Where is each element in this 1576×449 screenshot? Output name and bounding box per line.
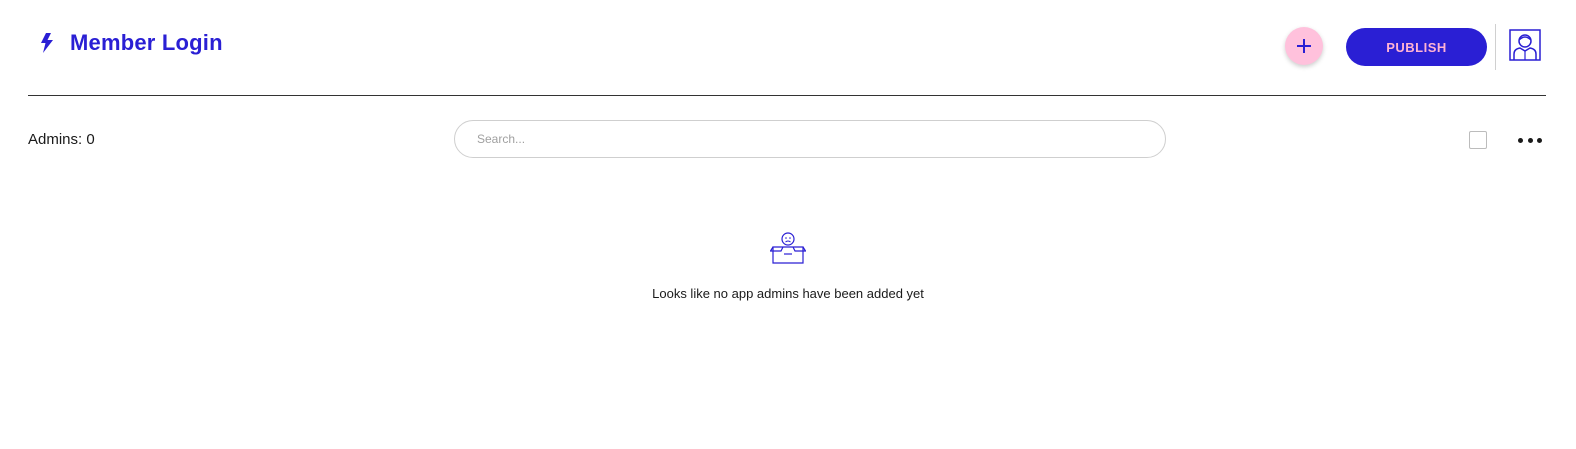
- add-button[interactable]: [1285, 27, 1323, 65]
- select-all-checkbox[interactable]: [1469, 131, 1487, 149]
- more-dot-icon: [1537, 137, 1542, 143]
- more-dot-icon: [1518, 137, 1523, 143]
- more-options-button[interactable]: [1518, 133, 1542, 147]
- admins-count: Admins: 0: [28, 131, 95, 148]
- lightning-bolt-icon: [38, 32, 56, 54]
- list-toolbar: Admins: 0: [28, 120, 1546, 160]
- publish-button[interactable]: PUBLISH: [1346, 28, 1487, 66]
- title-group: Member Login: [38, 30, 223, 56]
- empty-state: Looks like no app admins have been added…: [0, 230, 1576, 301]
- header-divider: [1495, 24, 1496, 70]
- more-dot-icon: [1527, 137, 1533, 143]
- avatar[interactable]: [1509, 29, 1541, 61]
- sad-box-icon: [769, 230, 807, 266]
- empty-state-message: Looks like no app admins have been added…: [652, 286, 924, 301]
- user-avatar-icon: [1509, 29, 1541, 61]
- plus-icon: [1297, 39, 1311, 53]
- header-bar: Member Login PUBLISH: [28, 0, 1546, 96]
- search-input[interactable]: [454, 120, 1166, 158]
- page-title: Member Login: [70, 30, 223, 55]
